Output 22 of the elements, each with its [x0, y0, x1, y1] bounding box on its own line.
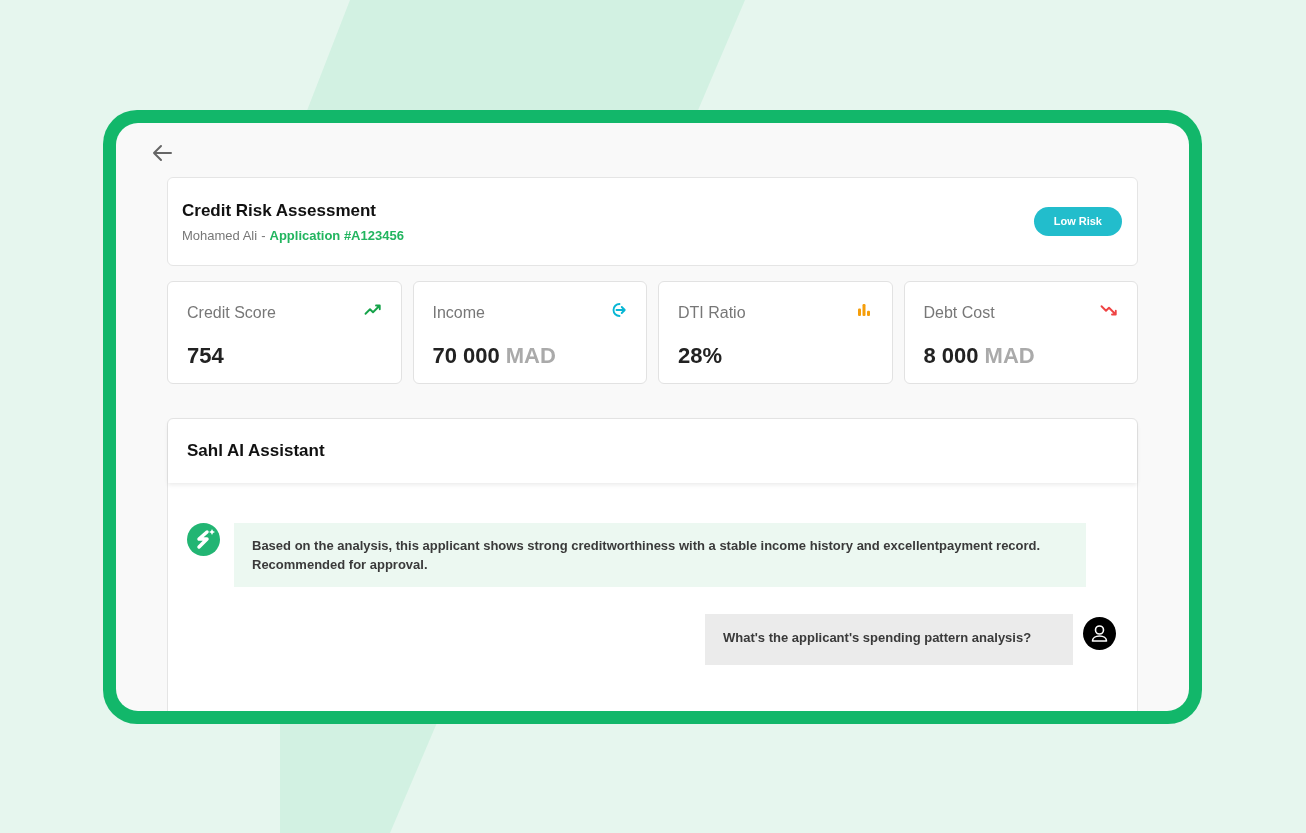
risk-badge: Low Risk — [1033, 207, 1122, 236]
assistant-avatar-icon — [187, 523, 220, 556]
application-id: Application #A123456 — [269, 227, 404, 245]
page-title: Credit Risk Assessment — [182, 199, 377, 222]
separator: - — [261, 227, 266, 245]
back-button[interactable] — [151, 143, 173, 163]
back-arrow-icon — [151, 143, 173, 163]
metric-label: Income — [432, 303, 485, 323]
metric-value: 8 000 — [923, 342, 979, 370]
metric-label: DTI Ratio — [678, 303, 746, 323]
metric-value: 70 000 — [432, 342, 500, 370]
assistant-title: Sahl AI Assistant — [187, 440, 325, 463]
metric-label: Credit Score — [187, 303, 276, 323]
user-message: What's the applicant's spending pattern analysis? — [705, 614, 1073, 665]
applicant-name: Mohamed Ali — [182, 227, 258, 245]
metric-unit: MAD — [984, 342, 1035, 370]
assistant-message: Based on the analysis, this applicant shows strong creditworthiness with a stable income history and excellentpayment record. Recommended for approval. — [234, 523, 1086, 587]
metric-unit: MAD — [505, 342, 556, 370]
metric-value: 28% — [678, 342, 723, 370]
user-avatar-icon — [1083, 617, 1116, 650]
metric-value: 754 — [187, 342, 224, 370]
metric-label: Debt Cost — [923, 303, 995, 323]
